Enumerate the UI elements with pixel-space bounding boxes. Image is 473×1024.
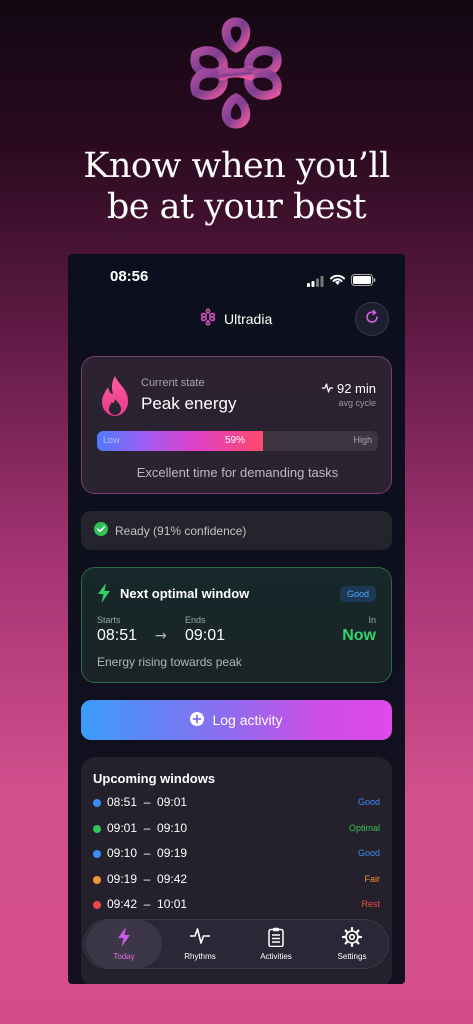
time-separator: – (137, 795, 158, 809)
time-separator: – (137, 820, 158, 835)
tab-activities[interactable]: Activities (238, 920, 314, 968)
app-name: Ultradia (224, 311, 273, 327)
status-dot (93, 901, 101, 909)
energy-high-label: High (353, 435, 372, 445)
upcoming-status: Good (357, 797, 380, 807)
upcoming-row[interactable]: 09:01 – 09:10 Optimal (93, 819, 380, 839)
tab-label: Today (113, 952, 135, 961)
brand: Ultradia (200, 308, 272, 330)
tab-label: Activities (260, 952, 292, 961)
upcoming-row[interactable]: 09:19 – 09:42 Fair (93, 870, 380, 890)
headline-line-1: Know when you’ll (83, 146, 390, 186)
current-state-value: Peak energy (141, 394, 237, 413)
bolt-icon (97, 583, 111, 607)
refresh-button[interactable] (355, 302, 389, 336)
upcoming-end: 09:19 (157, 846, 188, 860)
upcoming-status: Good (357, 848, 380, 858)
gear-icon (314, 927, 390, 947)
upcoming-row[interactable]: 08:51 – 09:01 Good (93, 793, 380, 813)
status-bar: 08:56 (68, 254, 405, 302)
upcoming-end: 09:01 (157, 795, 188, 809)
phone-screen: 08:56 Ultradia Current state Peak energy… (68, 254, 405, 984)
current-state-label: Current state (141, 377, 205, 389)
ends-value: 09:01 (185, 627, 226, 644)
tab-today[interactable]: Today (86, 920, 162, 968)
upcoming-times: 09:42 – 10:01 (107, 897, 187, 911)
upcoming-start: 09:42 (107, 897, 138, 911)
upcoming-times: 09:10 – 09:19 (107, 846, 187, 860)
check-circle-icon (94, 521, 108, 540)
status-dot (93, 799, 101, 807)
upcoming-times: 09:19 – 09:42 (107, 872, 187, 886)
marketing-headline: Know when you’ll be at your best (0, 146, 473, 228)
log-activity-label: Log activity (212, 712, 283, 728)
app-header: Ultradia (68, 302, 405, 338)
ultradia-logo-icon (200, 308, 216, 330)
status-time: 08:56 (110, 268, 149, 285)
tab-label: Settings (337, 952, 367, 961)
status-dot (93, 875, 101, 884)
pulse-icon (162, 927, 238, 945)
time-separator: – (137, 897, 158, 911)
upcoming-start: 08:51 (107, 795, 138, 809)
pulse-small-icon (321, 381, 333, 396)
tab-bar: Today Rhythms Activities Settings (83, 919, 389, 969)
upcoming-start: 09:10 (107, 846, 138, 860)
next-window-description: Energy rising towards peak (97, 655, 242, 669)
log-activity-button[interactable]: Log activity (81, 700, 392, 740)
plus-circle-icon (190, 711, 205, 730)
upcoming-row[interactable]: 09:10 – 09:19 Good (93, 844, 380, 864)
cycle-value: 92 min (321, 381, 376, 396)
upcoming-end: 10:01 (157, 897, 188, 911)
energy-bar: Low 59% High (97, 431, 378, 451)
status-dot (93, 824, 101, 833)
next-window-title: Next optimal window (120, 586, 250, 601)
in-label: In (368, 615, 376, 625)
in-value: Now (342, 627, 376, 644)
upcoming-status: Rest (361, 899, 380, 909)
starts-value: 08:51 (97, 627, 138, 644)
upcoming-end: 09:42 (157, 871, 188, 886)
refresh-icon (364, 309, 380, 329)
current-state-card: Current state Peak energy 92 min avg cyc… (81, 356, 392, 494)
upcoming-status: Fair (364, 873, 381, 884)
wifi-icon (330, 271, 345, 290)
readiness-text: Ready (91% confidence) (115, 523, 247, 538)
upcoming-times: 09:01 – 09:10 (107, 821, 187, 835)
cycle-value-text: 92 min (336, 381, 376, 396)
upcoming-title: Upcoming windows (93, 771, 216, 786)
upcoming-status: Optimal (348, 822, 380, 833)
energy-percent-label: 59% (225, 435, 246, 446)
time-separator: – (137, 871, 158, 886)
cycle-label: avg cycle (338, 398, 376, 408)
ultradia-logo (186, 14, 286, 132)
upcoming-row[interactable]: 09:42 – 10:01 Rest (93, 895, 380, 915)
energy-low-label: Low (103, 435, 120, 445)
clipboard-icon (238, 927, 314, 947)
tab-settings[interactable]: Settings (314, 920, 390, 968)
current-state-description: Excellent time for demanding tasks (136, 465, 339, 480)
upcoming-end: 09:10 (157, 820, 188, 835)
ends-label: Ends (185, 615, 206, 625)
bolt-icon (86, 927, 162, 947)
flame-icon (98, 375, 132, 421)
starts-label: Starts (97, 615, 121, 625)
readiness-card: Ready (91% confidence) (81, 511, 392, 550)
tab-rhythms[interactable]: Rhythms (162, 920, 238, 968)
headline-line-2: be at your best (106, 187, 367, 227)
signal-icon (307, 272, 324, 291)
status-dot (93, 850, 101, 858)
upcoming-times: 08:51 – 09:01 (107, 795, 187, 809)
time-separator: – (137, 846, 158, 860)
status-badge: Good (339, 586, 376, 602)
next-window-card[interactable]: Next optimal window Good Starts 08:51 → … (81, 567, 392, 683)
upcoming-start: 09:19 (107, 871, 138, 886)
tab-label: Rhythms (184, 952, 216, 961)
upcoming-start: 09:01 (107, 820, 138, 835)
arrow-right-icon: → (155, 628, 167, 644)
battery-icon (351, 271, 376, 290)
